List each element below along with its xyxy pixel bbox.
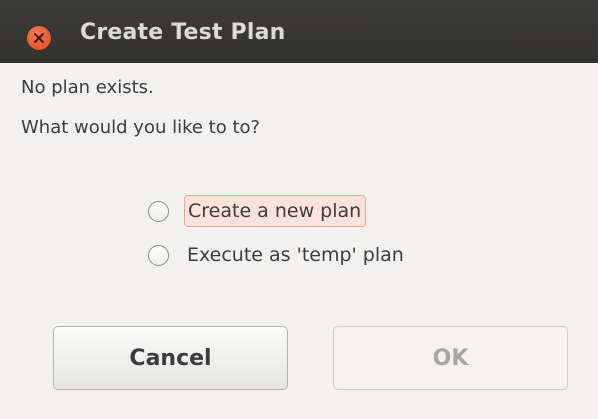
option-create-new-plan[interactable]: Create a new plan bbox=[148, 195, 367, 227]
option-label-create-new-plan[interactable]: Create a new plan bbox=[188, 200, 361, 222]
radio-button-create-new-plan[interactable] bbox=[148, 200, 169, 222]
message-line-2: What would you like to to? bbox=[21, 117, 261, 138]
focus-highlight[interactable]: Create a new plan bbox=[184, 195, 367, 227]
option-execute-temp-plan[interactable]: Execute as 'temp' plan bbox=[148, 244, 404, 266]
ok-button[interactable]: OK bbox=[333, 326, 568, 390]
message-line-1: No plan exists. bbox=[21, 77, 154, 98]
option-label-execute-temp-plan[interactable]: Execute as 'temp' plan bbox=[187, 244, 404, 266]
title-bar: Create Test Plan bbox=[0, 0, 598, 63]
close-icon[interactable] bbox=[26, 25, 52, 51]
cancel-button[interactable]: Cancel bbox=[53, 326, 288, 390]
radio-button-execute-temp-plan[interactable] bbox=[148, 244, 169, 266]
window-title: Create Test Plan bbox=[80, 20, 286, 45]
